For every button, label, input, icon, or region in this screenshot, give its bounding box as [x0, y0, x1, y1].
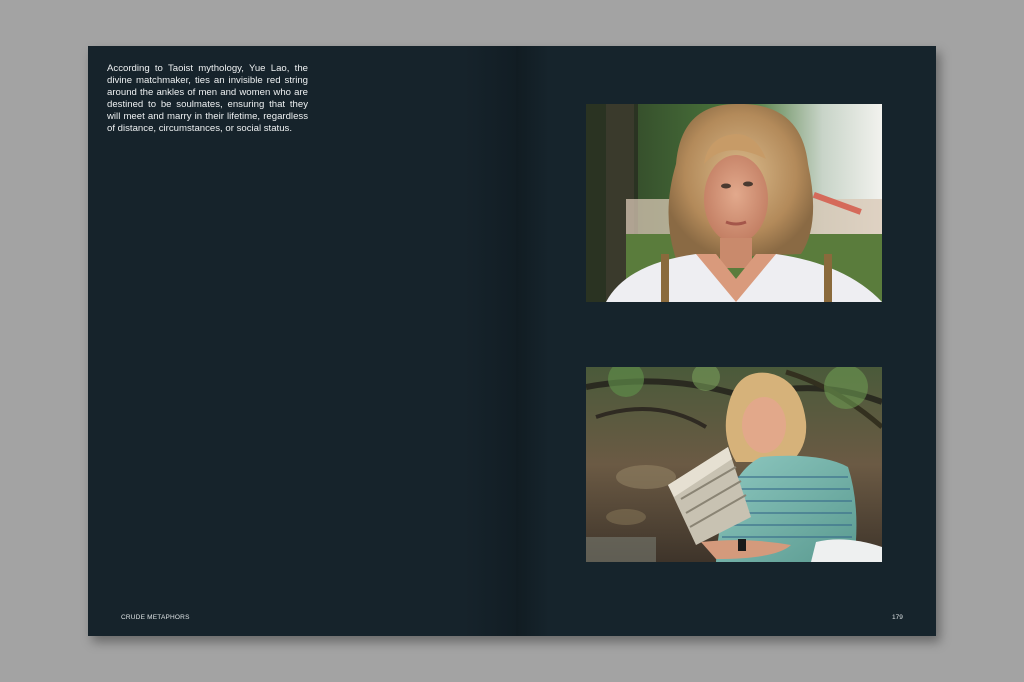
body-paragraph: According to Taoist mythology, Yue Lao, …	[107, 63, 308, 134]
page-number: 179	[892, 614, 903, 621]
photo-woman-with-basket	[586, 367, 882, 562]
left-page: According to Taoist mythology, Yue Lao, …	[88, 46, 516, 636]
book-spread: According to Taoist mythology, Yue Lao, …	[88, 46, 936, 636]
photo-portrait-image	[586, 104, 882, 302]
running-footer: CRUDE METAPHORS	[121, 614, 190, 621]
photo-basket-image	[586, 367, 882, 562]
photo-portrait-woman	[586, 104, 882, 302]
